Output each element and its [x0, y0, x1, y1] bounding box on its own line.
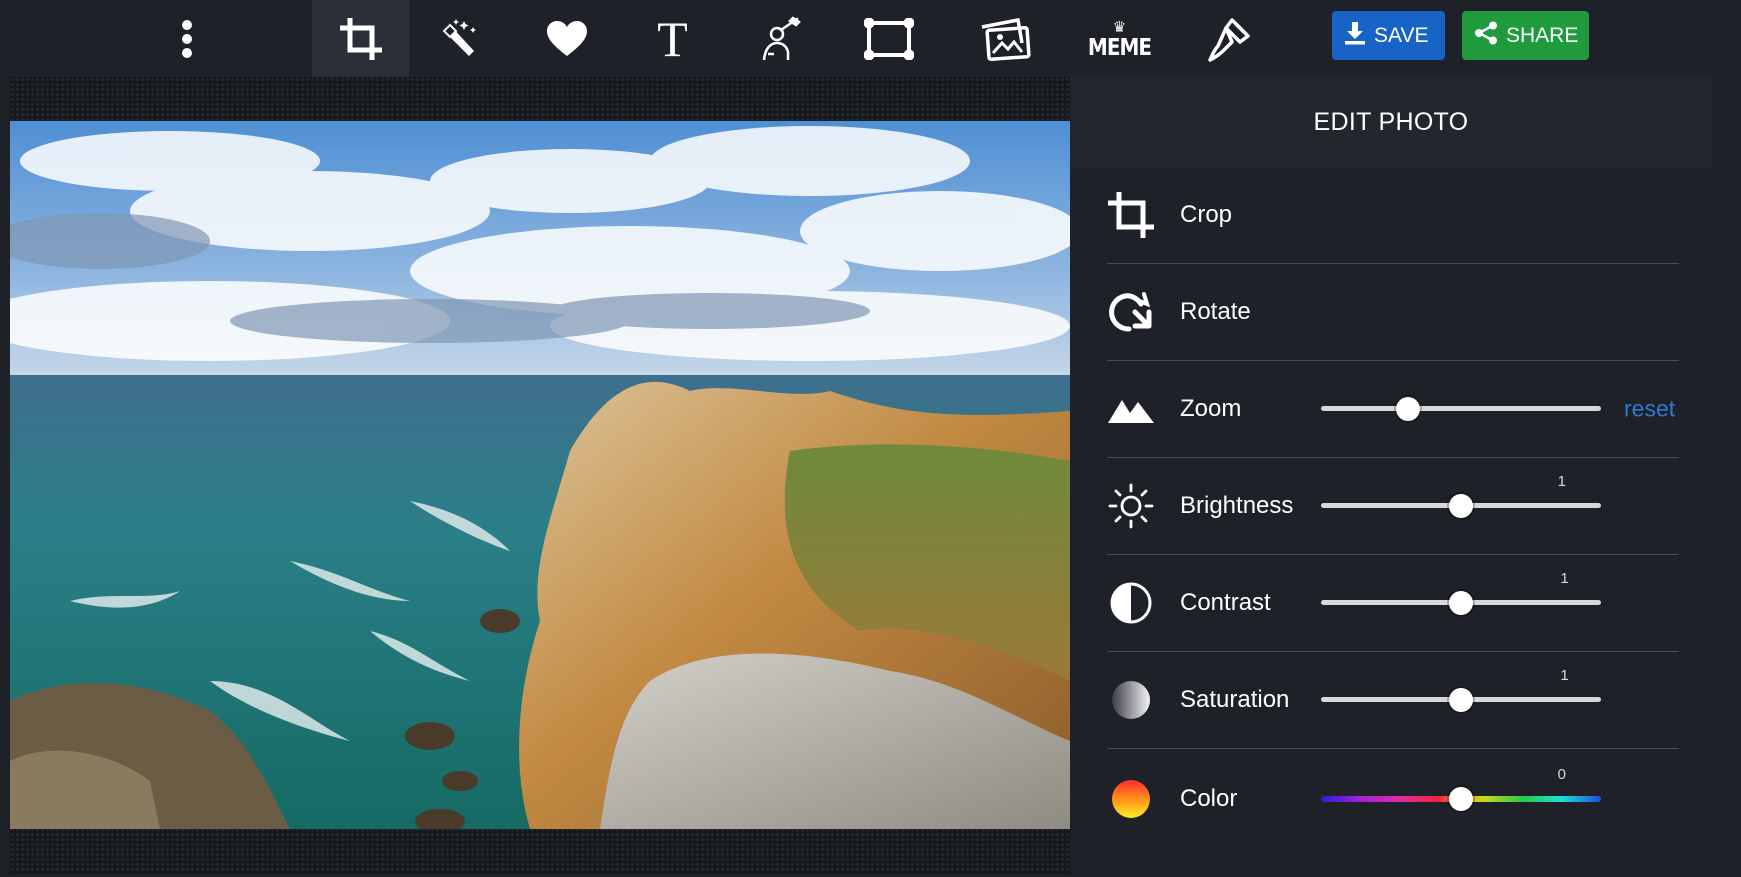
download-icon: [1344, 21, 1374, 51]
save-button[interactable]: SAVE: [1332, 11, 1445, 60]
contrast-value: 1: [1560, 570, 1569, 587]
more-menu-button[interactable]: [162, 0, 212, 77]
tool-collage-button[interactable]: [956, 0, 1053, 77]
brightness-label: Brightness: [1180, 492, 1294, 519]
sun-icon: [1107, 482, 1155, 530]
color-label: Color: [1180, 785, 1238, 812]
share-button[interactable]: SHARE: [1462, 11, 1589, 60]
color-icon: [1107, 775, 1155, 823]
rotate-icon: [1107, 288, 1155, 336]
tool-crop-button[interactable]: [312, 0, 409, 77]
tool-frames-button[interactable]: [840, 0, 937, 77]
crop-row[interactable]: Crop: [1107, 167, 1679, 264]
crop-icon: [339, 17, 382, 60]
crop-icon: [1107, 191, 1155, 239]
zoom-reset-link[interactable]: reset: [1624, 396, 1675, 423]
frame-icon: [863, 17, 914, 60]
tool-meme-button[interactable]: ♛ MEME: [1071, 0, 1168, 77]
brightness-row: Brightness 1: [1107, 458, 1679, 555]
brightness-slider-thumb[interactable]: [1449, 494, 1473, 518]
zoom-slider-thumb[interactable]: [1395, 397, 1420, 421]
photo-canvas[interactable]: [10, 121, 1070, 829]
contrast-row: Contrast 1: [1107, 555, 1679, 652]
brightness-slider[interactable]: 1: [1321, 473, 1601, 518]
saturation-icon: [1107, 676, 1155, 724]
contrast-icon: [1107, 579, 1155, 627]
zoom-slider-track: [1321, 406, 1601, 411]
saturation-slider[interactable]: 1: [1321, 667, 1601, 712]
zoom-row: Zoom reset: [1107, 361, 1679, 458]
crop-label: Crop: [1180, 201, 1233, 228]
color-row: Color 0: [1107, 749, 1679, 849]
save-label: SAVE: [1374, 23, 1429, 47]
saturation-value: 1: [1560, 667, 1569, 684]
panel-title: EDIT PHOTO: [1070, 77, 1712, 167]
saturation-slider-thumb[interactable]: [1449, 688, 1473, 712]
mountains-icon: [1107, 385, 1155, 433]
brush-icon: [1206, 16, 1252, 62]
share-label: SHARE: [1506, 23, 1579, 47]
share-icon: [1474, 21, 1506, 51]
magic-wand-icon: [436, 17, 480, 61]
contrast-label: Contrast: [1180, 589, 1271, 616]
more-vertical-icon: [181, 19, 193, 59]
text-icon: T: [657, 10, 688, 67]
coastal-cliffs-photo: [10, 121, 1070, 829]
color-slider[interactable]: 0: [1321, 766, 1601, 811]
saturation-row: Saturation 1: [1107, 652, 1679, 749]
tool-stickers-button[interactable]: [518, 0, 615, 77]
brightness-value: 1: [1557, 473, 1566, 490]
rotate-label: Rotate: [1180, 298, 1251, 325]
photo-icon: [978, 17, 1032, 61]
zoom-label: Zoom: [1180, 395, 1242, 422]
tool-paint-button[interactable]: [731, 0, 828, 77]
saturation-label: Saturation: [1180, 686, 1290, 713]
tool-text-button[interactable]: T: [624, 0, 721, 77]
contrast-slider[interactable]: 1: [1321, 570, 1601, 615]
color-value: 0: [1557, 766, 1566, 783]
zoom-slider[interactable]: [1321, 397, 1601, 421]
meme-icon: ♛ MEME: [1087, 19, 1152, 61]
color-slider-thumb[interactable]: [1449, 787, 1473, 811]
rotate-row[interactable]: Rotate: [1107, 264, 1679, 361]
heart-icon: [546, 20, 588, 58]
top-toolbar: T ♛ MEME SAVE SHARE: [0, 0, 1741, 77]
paint-figure-icon: [757, 15, 803, 62]
contrast-slider-thumb[interactable]: [1449, 591, 1473, 615]
tool-effects-button[interactable]: [409, 0, 506, 77]
tool-retouch-button[interactable]: [1180, 0, 1277, 77]
